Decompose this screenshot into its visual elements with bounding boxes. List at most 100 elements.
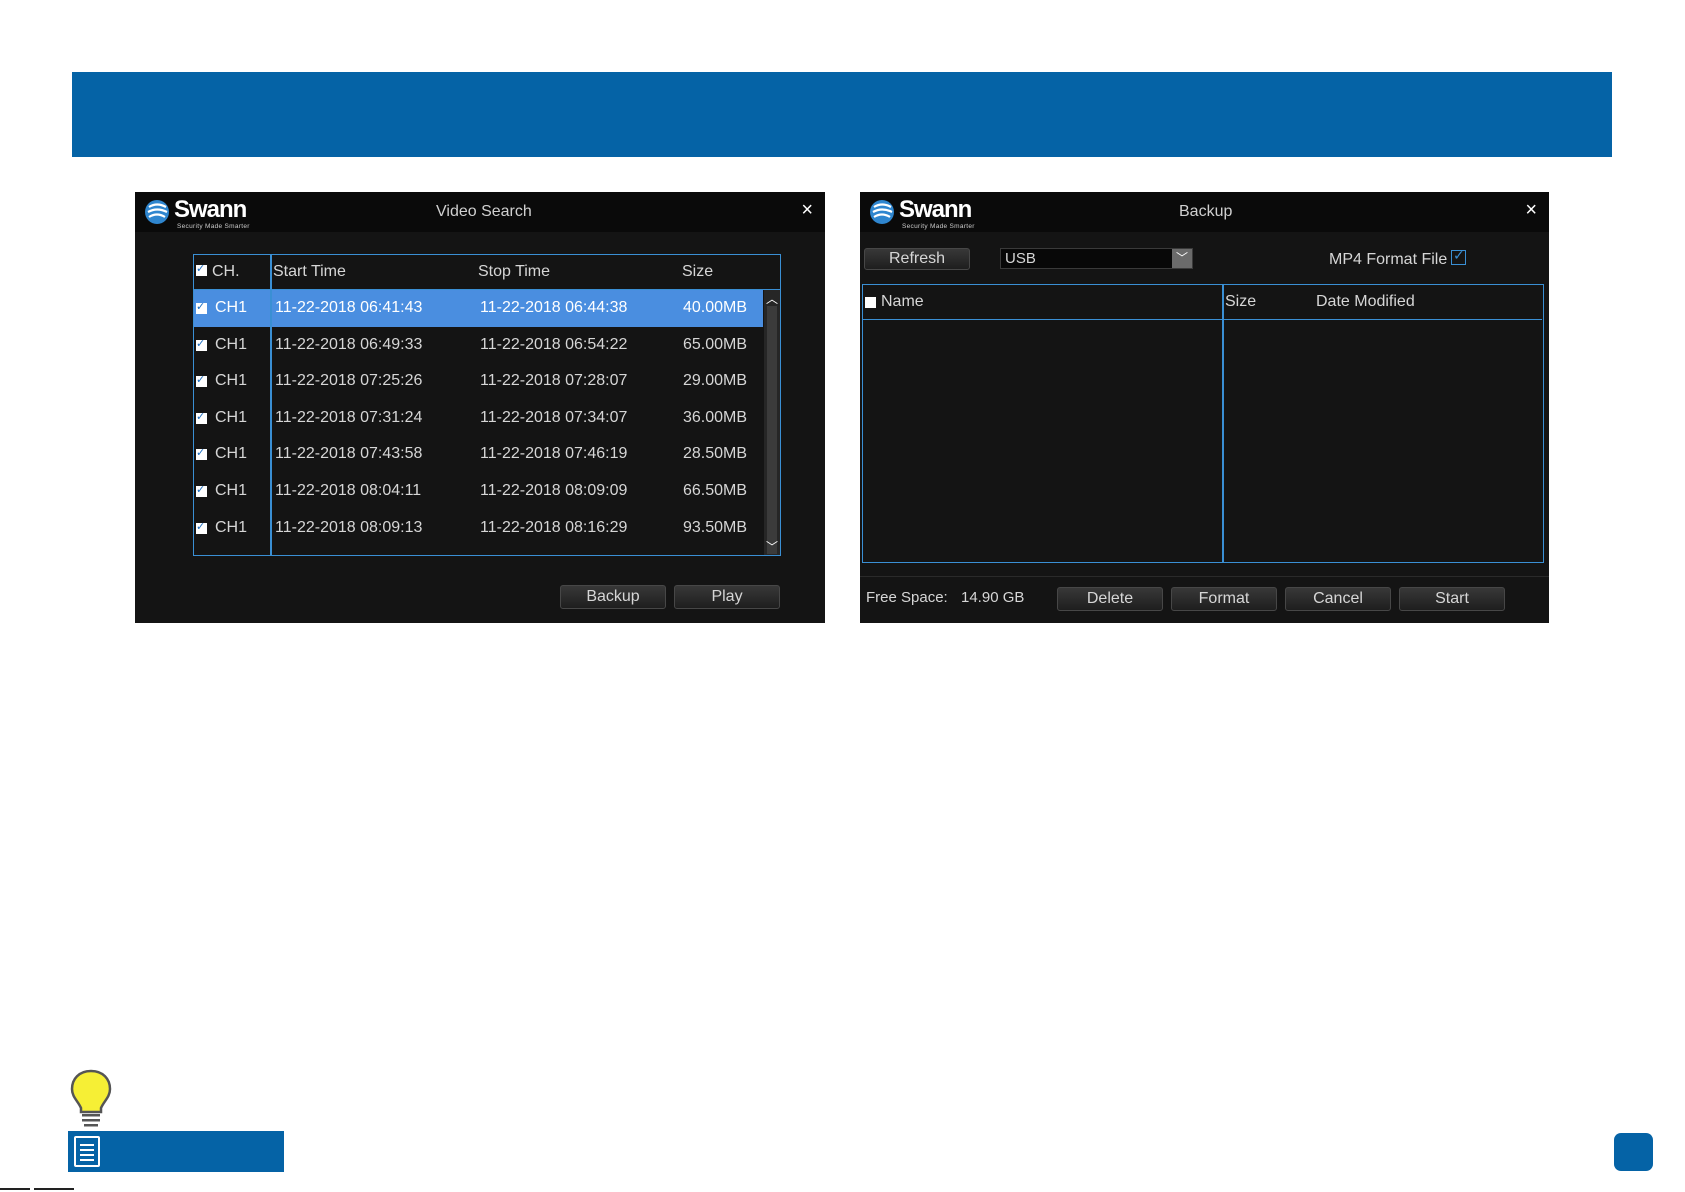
logo-wordmark: Swann	[174, 196, 247, 223]
page-number-badge	[1614, 1133, 1653, 1171]
mp4-format-checkbox[interactable]	[1451, 247, 1466, 265]
select-all-checkbox[interactable]	[865, 297, 876, 308]
cell-size: 65.00MB	[683, 335, 748, 353]
cell-size: 66.50MB	[683, 481, 748, 499]
scrollbar[interactable]: ︿ ﹀	[764, 290, 780, 555]
column-header-size[interactable]: Size	[1225, 293, 1256, 311]
column-header-size[interactable]: Size	[682, 263, 713, 281]
cell-start-time: 11-22-2018 06:41:43	[275, 299, 423, 316]
swann-logo: Swann Security Made Smarter	[144, 197, 284, 231]
cell-stop-time: 11-22-2018 08:16:29	[480, 518, 628, 536]
cell-stop-time: 11-22-2018 08:09:09	[480, 481, 628, 499]
refresh-button[interactable]: Refresh	[864, 248, 970, 270]
column-header-name[interactable]: Name	[881, 293, 924, 311]
title-bar: Swann Security Made Smarter Video Search…	[135, 192, 825, 232]
chevron-down-icon[interactable]: ﹀	[1172, 249, 1192, 268]
delete-button[interactable]: Delete	[1057, 587, 1163, 611]
table-row[interactable]: CH1 11-22-2018 07:43:58 11-22-2018 07:46:1…	[194, 436, 763, 473]
swann-logo-icon	[145, 200, 169, 224]
row-checkbox[interactable]	[196, 300, 207, 314]
format-button[interactable]: Format	[1171, 587, 1277, 611]
window-title: Video Search	[436, 203, 532, 220]
cell-size: 93.50MB	[683, 518, 748, 536]
table-header: Name Size Date Modified	[863, 285, 1542, 320]
cancel-button[interactable]: Cancel	[1285, 587, 1391, 611]
swann-logo: Swann Security Made Smarter	[869, 197, 1009, 231]
logo-tagline: Security Made Smarter	[177, 223, 250, 230]
cell-channel: CH1	[215, 481, 248, 499]
footer-rule	[34, 1188, 74, 1190]
lightbulb-icon	[70, 1069, 112, 1127]
select-all-checkbox[interactable]	[196, 262, 207, 276]
device-select-value: USB	[1005, 250, 1036, 267]
cell-channel: CH1	[215, 299, 248, 316]
row-checkbox[interactable]	[196, 410, 207, 424]
column-divider	[270, 255, 272, 555]
page-header-banner	[72, 72, 1612, 157]
table-row[interactable]: CH1 11-22-2018 06:49:33 11-22-2018 06:54:2…	[194, 327, 763, 364]
table-header: CH. Start Time Stop Time Size	[194, 255, 780, 290]
window-title: Backup	[1179, 203, 1233, 220]
column-header-stop-time[interactable]: Stop Time	[478, 263, 550, 281]
cell-stop-time: 11-22-2018 06:44:38	[480, 299, 628, 316]
table-row[interactable]: CH1 11-22-2018 08:04:11 11-22-2018 08:09:0…	[194, 473, 763, 510]
cell-size: 29.00MB	[683, 372, 748, 390]
column-header-date-modified[interactable]: Date Modified	[1316, 293, 1415, 311]
table-row[interactable]: CH1 11-22-2018 07:31:24 11-22-2018 07:34:0…	[194, 400, 763, 437]
table-row[interactable]: CH1 11-22-2018 08:09:13 11-22-2018 08:16:2…	[194, 510, 763, 547]
column-divider	[1222, 285, 1224, 562]
cell-start-time: 11-22-2018 06:49:33	[275, 335, 423, 353]
close-icon[interactable]: ×	[801, 200, 813, 220]
row-checkbox[interactable]	[196, 337, 207, 351]
footer-rule	[0, 1188, 30, 1190]
recordings-table: CH. Start Time Stop Time Size CH1 11-22-2…	[193, 254, 781, 556]
free-space-label: Free Space:	[866, 589, 948, 606]
table-row[interactable]: CH1 11-22-2018 06:41:43 11-22-2018 06:44:3…	[194, 290, 763, 327]
free-space-value: 14.90 GB	[961, 589, 1025, 606]
scrollbar-thumb[interactable]	[767, 306, 777, 554]
mp4-format-label: MP4 Format File	[1329, 251, 1448, 268]
device-select[interactable]: USB ﹀	[1000, 248, 1193, 269]
backup-window: Swann Security Made Smarter Backup × Ref…	[860, 192, 1549, 623]
column-header-start-time[interactable]: Start Time	[273, 263, 346, 281]
cell-size: 36.00MB	[683, 408, 748, 426]
cell-size: 28.50MB	[683, 445, 748, 463]
logo-tagline: Security Made Smarter	[902, 223, 975, 230]
cell-start-time: 11-22-2018 08:09:13	[275, 518, 423, 536]
cell-stop-time: 11-22-2018 07:28:07	[480, 372, 628, 390]
row-checkbox[interactable]	[196, 446, 207, 461]
scroll-down-icon[interactable]: ﹀	[764, 538, 780, 555]
play-button[interactable]: Play	[674, 585, 780, 609]
document-icon	[74, 1136, 100, 1167]
cell-stop-time: 11-22-2018 07:34:07	[480, 408, 628, 426]
logo-wordmark: Swann	[899, 196, 972, 223]
row-checkbox[interactable]	[196, 373, 207, 388]
cell-start-time: 11-22-2018 07:31:24	[275, 408, 423, 426]
backup-button[interactable]: Backup	[560, 585, 666, 609]
cell-channel: CH1	[215, 518, 248, 536]
scroll-up-icon[interactable]: ︿	[764, 290, 780, 307]
title-bar: Swann Security Made Smarter Backup ×	[860, 192, 1549, 232]
cell-stop-time: 11-22-2018 06:54:22	[480, 335, 628, 353]
column-header-ch: CH.	[212, 263, 240, 280]
cell-channel: CH1	[215, 335, 248, 353]
start-button[interactable]: Start	[1399, 587, 1505, 611]
cell-channel: CH1	[215, 408, 248, 426]
row-checkbox[interactable]	[196, 483, 207, 497]
cell-start-time: 11-22-2018 07:43:58	[275, 445, 423, 463]
cell-start-time: 11-22-2018 07:25:26	[275, 372, 423, 390]
note-bar	[68, 1131, 284, 1172]
cell-start-time: 11-22-2018 08:04:11	[275, 481, 422, 499]
cell-stop-time: 11-22-2018 07:46:19	[480, 445, 628, 463]
video-search-window: Swann Security Made Smarter Video Search…	[135, 192, 825, 623]
swann-logo-icon	[870, 200, 894, 224]
close-icon[interactable]: ×	[1525, 200, 1537, 220]
row-checkbox[interactable]	[196, 520, 207, 534]
cell-size: 40.00MB	[683, 299, 748, 316]
footer-divider	[860, 576, 1549, 577]
cell-channel: CH1	[215, 445, 248, 463]
table-row[interactable]: CH1 11-22-2018 07:25:26 11-22-2018 07:28:0…	[194, 363, 763, 400]
cell-channel: CH1	[215, 372, 248, 390]
table-body: CH1 11-22-2018 06:41:43 11-22-2018 06:44:3…	[194, 290, 763, 555]
file-table: Name Size Date Modified	[862, 284, 1544, 563]
